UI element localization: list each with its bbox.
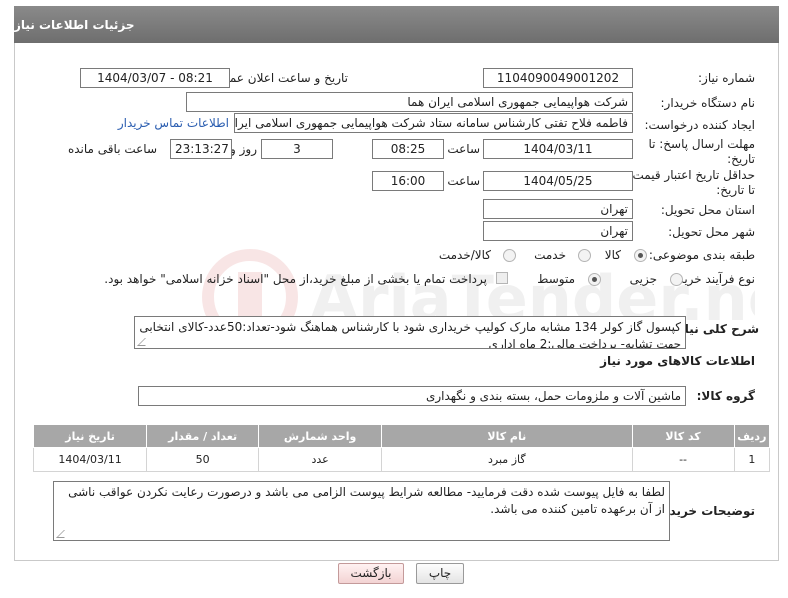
category-radio-goods-service[interactable] xyxy=(503,249,516,262)
resize-handle-icon[interactable] xyxy=(56,530,72,538)
province-label: استان محل تحویل: xyxy=(660,203,755,217)
col-code: کد کالا xyxy=(631,424,735,448)
min-validity-label: حداقل تاریخ اعتبار قیمت: xyxy=(628,168,755,182)
col-name: نام کالا xyxy=(381,424,633,448)
back-button[interactable]: بازگشت xyxy=(338,563,404,584)
contact-info-link[interactable]: اطلاعات تماس خریدار xyxy=(118,116,229,130)
cell-unit: عدد xyxy=(258,447,383,472)
cell-code: -- xyxy=(631,447,735,472)
deadline-date-field: 1404/03/11 xyxy=(483,139,633,159)
remaining-label: ساعت باقی مانده xyxy=(67,142,157,156)
resize-handle-icon[interactable] xyxy=(137,338,153,346)
print-button[interactable]: چاپ xyxy=(416,563,464,584)
goods-group-label: گروه کالا: xyxy=(696,389,755,403)
buyer-notes-textarea[interactable]: لطفا به فایل پیوست شده دقت فرمایید- مطال… xyxy=(53,481,670,541)
category-radio-goods[interactable] xyxy=(634,249,647,262)
cell-row: 1 xyxy=(733,447,771,472)
col-row: ردیف xyxy=(733,424,771,448)
page-title-bar: جزئیات اطلاعات نیاز xyxy=(14,6,779,43)
process-radio-minor[interactable] xyxy=(670,273,683,286)
province-field: تهران xyxy=(483,199,633,219)
category-radio-service[interactable] xyxy=(578,249,591,262)
city-label: شهر محل تحویل: xyxy=(668,225,755,239)
remaining-days-field: 3 xyxy=(261,139,333,159)
page-title: جزئیات اطلاعات نیاز xyxy=(14,17,135,32)
goods-table: ردیف کد کالا نام کالا واحد شمارش تعداد /… xyxy=(32,424,771,472)
creator-field: فاطمه فلاح تفتی کارشناس سامانه ستاد شرکت… xyxy=(234,113,633,133)
city-field: تهران xyxy=(483,221,633,241)
deadline-time-label: ساعت xyxy=(447,142,480,156)
treasury-note: پرداخت تمام یا بخشی از مبلغ خرید،از محل … xyxy=(104,272,487,286)
validity-time-label: ساعت xyxy=(447,174,480,188)
col-date: تاریخ نیاز xyxy=(32,424,148,448)
announce-datetime-field: 1404/03/07 - 08:21 xyxy=(80,68,230,88)
process-option-minor: جزیی xyxy=(629,272,657,286)
days-label: روز و xyxy=(230,142,257,156)
validity-date-field: 1404/05/25 xyxy=(483,171,633,191)
cell-name: گاز مبرد xyxy=(381,447,633,472)
category-option-goods-service: کالا/خدمت xyxy=(438,248,491,262)
creator-label: ایجاد کننده درخواست: xyxy=(644,118,755,132)
buyer-org-label: نام دستگاه خریدار: xyxy=(660,96,756,110)
cell-date: 1404/03/11 xyxy=(32,447,148,472)
min-validity-label-2: تا تاریخ: xyxy=(716,183,755,197)
table-row: 1 -- گاز مبرد عدد 50 1404/03/11 xyxy=(32,447,771,472)
goods-group-field: ماشین آلات و ملزومات حمل، بسته بندی و نگ… xyxy=(138,386,686,406)
deadline-label: مهلت ارسال پاسخ: تا xyxy=(648,137,755,151)
validity-time-field: 16:00 xyxy=(372,171,444,191)
goods-section-title: اطلاعات کالاهای مورد نیاز xyxy=(600,354,755,368)
category-option-goods: کالا xyxy=(604,248,621,262)
deadline-time-field: 08:25 xyxy=(372,139,444,159)
cell-qty: 50 xyxy=(146,447,260,472)
description-text: کپسول گاز کولر 134 مشابه مارک کولیپ خرید… xyxy=(139,320,681,349)
process-option-medium: متوسط xyxy=(537,272,575,286)
goods-table-header: ردیف کد کالا نام کالا واحد شمارش تعداد /… xyxy=(32,424,771,448)
category-label: طبقه بندی موضوعی: xyxy=(648,248,755,262)
col-unit: واحد شمارش xyxy=(258,424,383,448)
process-radio-medium[interactable] xyxy=(588,273,601,286)
need-number-label: شماره نیاز: xyxy=(698,71,755,85)
need-number-field: 1104090049001202 xyxy=(483,68,633,88)
deadline-label-2: تاریخ: xyxy=(727,152,755,166)
col-qty: تعداد / مقدار xyxy=(146,424,260,448)
treasury-checkbox[interactable] xyxy=(496,272,508,284)
buyer-org-field: شرکت هواپیمایی جمهوری اسلامی ایران هما xyxy=(186,92,633,112)
buyer-notes-text: لطفا به فایل پیوست شده دقت فرمایید- مطال… xyxy=(68,485,665,516)
category-option-service: خدمت xyxy=(534,248,566,262)
remaining-time-field: 23:13:27 xyxy=(170,139,232,159)
description-textarea[interactable]: کپسول گاز کولر 134 مشابه مارک کولیپ خرید… xyxy=(134,316,686,349)
